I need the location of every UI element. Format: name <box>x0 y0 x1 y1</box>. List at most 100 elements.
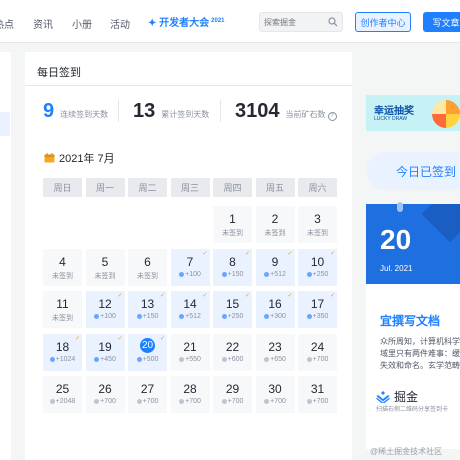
day-number: 23 <box>268 340 282 354</box>
brand-row: 掘金 <box>376 388 418 405</box>
lucky-draw-card[interactable]: 幸运抽奖 LUCKY DRAW <box>366 95 460 131</box>
day-sub-text: 未签到 <box>52 273 73 280</box>
calendar-day-cell[interactable]: 26 +700 <box>85 376 125 413</box>
card-clip-icon <box>397 202 403 212</box>
info-icon[interactable]: ? <box>327 112 337 121</box>
signed-check-icon: ✓ <box>74 336 80 342</box>
nav-item-events[interactable]: 活动 <box>110 16 130 31</box>
calendar-day-cell[interactable]: 25 +2048 <box>43 376 82 413</box>
signed-today-button[interactable]: 今日已签到 <box>366 152 460 190</box>
calendar-day-cell[interactable]: 19 +450 ✓ <box>85 334 125 371</box>
day-number: 4 <box>59 255 66 269</box>
signed-check-icon: ✓ <box>244 251 250 257</box>
calendar-day-cell[interactable]: 10 +250 ✓ <box>298 249 337 286</box>
ore-icon <box>136 313 142 319</box>
day-sub-text: +700 <box>185 398 201 405</box>
ore-icon <box>94 356 100 362</box>
calendar-day-cell[interactable]: 16 +300 ✓ <box>255 291 295 328</box>
calendar-day-cell[interactable]: 28 +700 <box>170 376 210 413</box>
calendar-day-cell[interactable]: 29 +700 <box>213 376 252 413</box>
calendar-day-cell[interactable]: 8 +150 ✓ <box>213 249 252 286</box>
calendar-day-cell[interactable]: 2 未签到 <box>255 206 295 243</box>
day-number: 6 <box>144 255 151 269</box>
calendar-day-cell[interactable]: 24 +700 <box>298 334 337 371</box>
nav-item-hot[interactable]: 热点 <box>0 16 14 31</box>
sparkle-icon: ✦ <box>148 18 157 29</box>
day-number: 13 <box>140 297 155 311</box>
day-number: 21 <box>183 340 197 354</box>
day-number: 24 <box>310 340 325 354</box>
calendar-day-cell[interactable]: 11 未签到 <box>43 291 82 328</box>
search-box[interactable] <box>259 12 343 32</box>
search-input[interactable] <box>264 15 324 29</box>
day-number: 17 <box>310 297 325 311</box>
stat-total-value: 13 <box>133 100 156 122</box>
day-number: 30 <box>268 382 282 396</box>
calendar-day-cell[interactable]: 5 未签到 <box>85 249 125 286</box>
signed-check-icon: ✓ <box>287 251 293 257</box>
day-reward: +700 <box>86 398 125 405</box>
day-number: 25 <box>55 382 70 396</box>
calendar-day-cell[interactable]: 7 +100 ✓ <box>170 249 210 286</box>
right-column: 幸运抽奖 LUCKY DRAW 今日已签到 20 Jul. 2021 宜撰写文档… <box>366 52 460 460</box>
day-reward: +650 <box>256 356 295 363</box>
calendar-day-cell[interactable]: 21 +550 <box>170 334 210 371</box>
day-status-label: 未签到 <box>43 271 82 281</box>
calendar-day-cell[interactable]: 14 +512 ✓ <box>170 291 210 328</box>
weekday-header: 周六 <box>298 178 337 197</box>
event-logo[interactable]: ✦ 开发者大会 2021 <box>148 14 225 29</box>
day-sub-text: +700 <box>142 398 159 405</box>
calendar-cell-empty <box>170 206 210 243</box>
day-sub-text: +700 <box>100 398 116 405</box>
weekday-header: 周日 <box>43 178 82 197</box>
write-article-button[interactable]: 写文章 <box>423 12 460 32</box>
calendar-day-cell[interactable]: 22 +600 <box>213 334 252 371</box>
calendar-day-cell[interactable]: 18 +1024 ✓ <box>43 334 82 371</box>
brand-subtitle: 扫描右侧二维码分享签到卡 <box>376 407 449 413</box>
prize-wheel-icon <box>432 100 460 128</box>
calendar-day-cell[interactable]: 12 +100 ✓ <box>85 291 125 328</box>
calendar-day-cell[interactable]: 31 +700 <box>298 376 337 413</box>
calendar-day-cell[interactable]: 15 +250 ✓ <box>213 291 252 328</box>
creator-center-button[interactable]: 创作者中心 <box>355 12 411 32</box>
calendar-day-cell[interactable]: 20 +500 ✓ <box>128 334 167 371</box>
calendar-day-cell[interactable]: 3 未签到 <box>298 206 337 243</box>
day-number: 27 <box>140 382 155 396</box>
day-sub-text: +600 <box>227 356 244 363</box>
calendar-day-cell[interactable]: 4 未签到 <box>43 249 82 286</box>
day-number: 5 <box>101 255 109 269</box>
day-number: 2 <box>271 212 279 226</box>
day-sub-text: +512 <box>185 313 201 320</box>
day-reward: +100 <box>171 271 210 278</box>
weekday-header: 周二 <box>128 178 167 197</box>
sidebar-active-item[interactable] <box>0 112 10 136</box>
stat-streak-label: 连续签到天数 <box>60 110 109 119</box>
day-number: 14 <box>183 297 197 311</box>
nav-item-news[interactable]: 资讯 <box>33 16 53 31</box>
calendar-day-cell[interactable]: 13 +150 ✓ <box>128 291 167 328</box>
day-number: 9 <box>271 255 279 269</box>
day-number: 8 <box>229 255 236 269</box>
search-icon[interactable] <box>328 17 338 27</box>
day-number: 26 <box>98 382 112 396</box>
calendar-day-cell[interactable]: 17 +350 ✓ <box>298 291 337 328</box>
day-sub-text: +2048 <box>55 398 76 405</box>
calendar-day-cell[interactable]: 30 +700 <box>255 376 295 413</box>
ore-icon <box>179 313 185 319</box>
calendar-day-cell[interactable]: 9 +512 ✓ <box>255 249 295 286</box>
calendar-day-cell[interactable]: 1 未签到 <box>213 206 252 243</box>
day-number: 31 <box>310 382 325 396</box>
ore-icon <box>264 271 270 277</box>
nav-item-booklets[interactable]: 小册 <box>72 16 92 31</box>
day-reward: +2048 <box>43 398 82 405</box>
calendar-day-cell[interactable]: 23 +650 <box>255 334 295 371</box>
ore-icon <box>136 356 142 362</box>
weekday-header: 周四 <box>213 178 252 197</box>
day-number: 15 <box>225 297 240 311</box>
signed-check-icon: ✓ <box>329 293 335 299</box>
calendar-day-cell[interactable]: 6 未签到 <box>128 249 167 286</box>
day-reward: +300 <box>256 313 295 320</box>
lucky-draw-subtitle: LUCKY DRAW <box>374 116 408 122</box>
day-number: 19 <box>98 340 112 354</box>
calendar-day-cell[interactable]: 27 +700 <box>128 376 167 413</box>
